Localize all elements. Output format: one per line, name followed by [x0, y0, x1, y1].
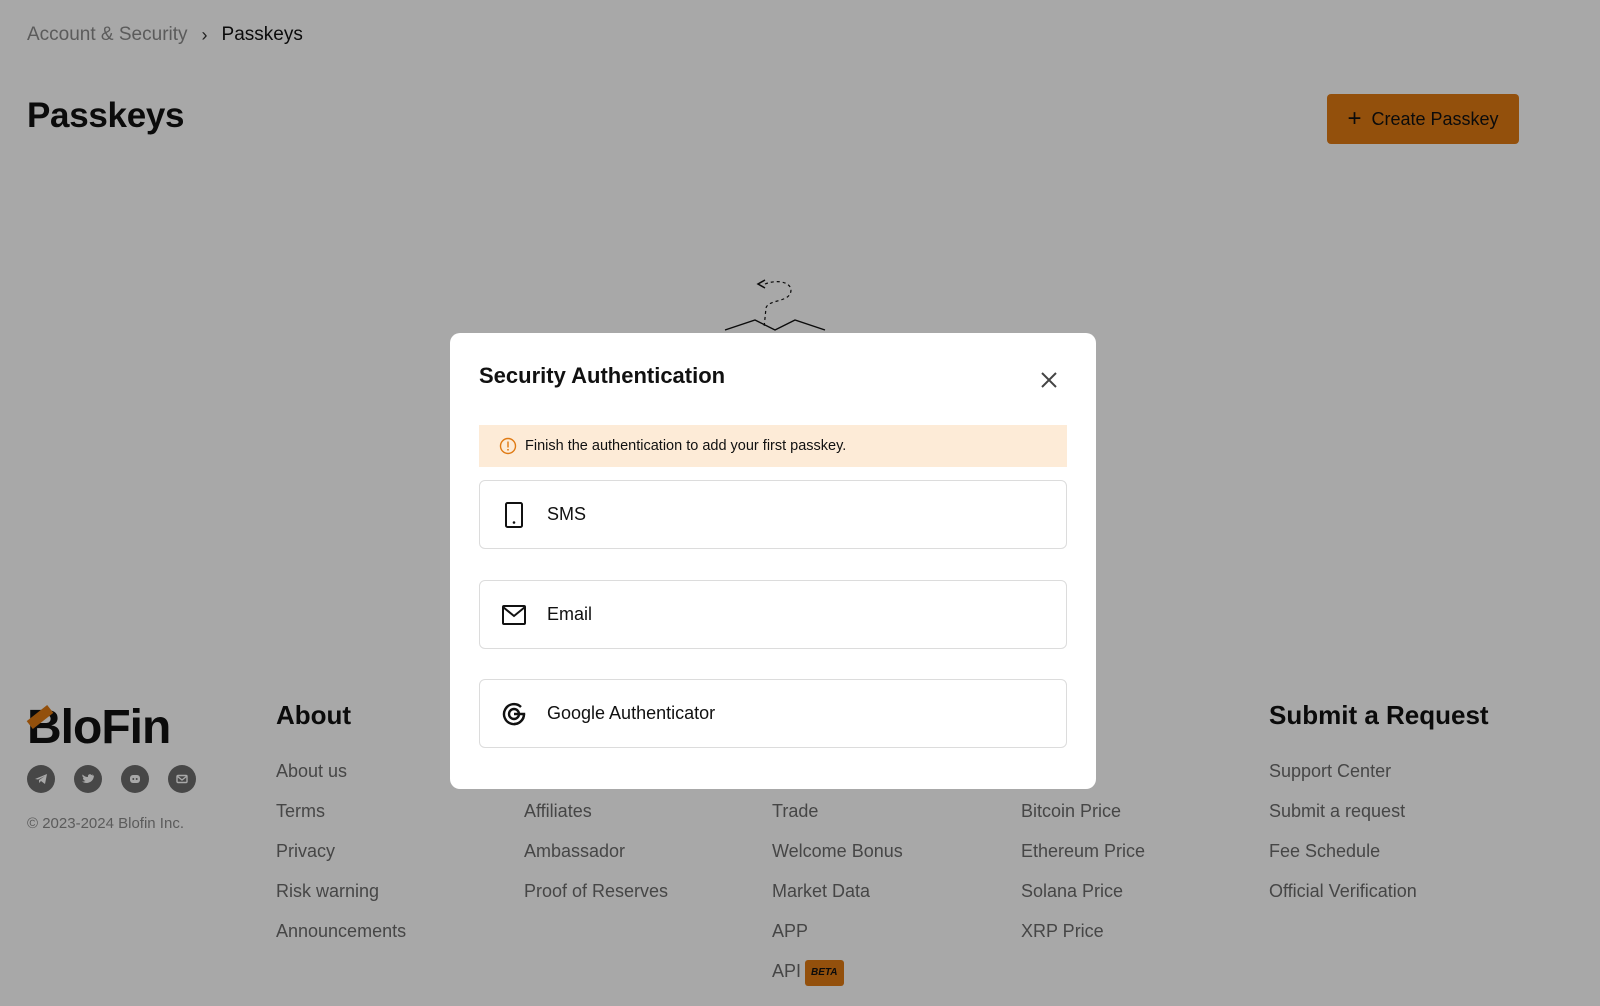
- mail-icon: [499, 600, 529, 630]
- auth-method-google-authenticator[interactable]: Google Authenticator: [479, 679, 1067, 748]
- auth-method-sms[interactable]: SMS: [479, 480, 1067, 549]
- auth-method-label: Google Authenticator: [547, 703, 716, 723]
- modal-title: Security Authentication: [479, 363, 726, 388]
- info-icon: [499, 437, 517, 455]
- notice-banner: Finish the authentication to add your fi…: [479, 425, 1067, 467]
- notice-text: Finish the authentication to add your fi…: [525, 438, 847, 454]
- security-authentication-modal: Security Authentication Finish the authe…: [450, 333, 1096, 789]
- phone-icon: [499, 500, 529, 530]
- close-icon[interactable]: [1037, 368, 1061, 392]
- google-icon: [499, 699, 529, 729]
- auth-method-email[interactable]: Email: [479, 580, 1067, 649]
- auth-method-label: SMS: [547, 504, 587, 524]
- auth-method-label: Email: [547, 604, 593, 624]
